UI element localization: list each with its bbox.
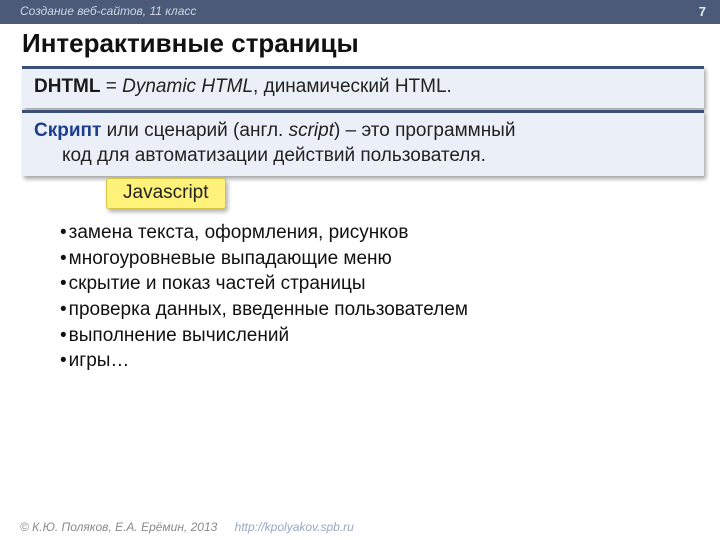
list-item: скрытие и показ частей страницы	[60, 271, 690, 297]
eng-script: script	[289, 120, 334, 141]
bullet-list: замена текста, оформления, рисунков мног…	[60, 220, 690, 374]
text: или сценарий (англ.	[101, 120, 288, 141]
footer-url: http://kpolyakov.spb.ru	[235, 520, 354, 534]
list-item: многоуровневые выпадающие меню	[60, 246, 690, 272]
footer: © К.Ю. Поляков, Е.А. Ерёмин, 2013 http:/…	[20, 520, 354, 534]
text: ) – это программный	[334, 120, 515, 141]
course-label: Создание веб-сайтов, 11 класс	[20, 4, 196, 18]
expansion-dhtml: Dynamic HTML	[122, 76, 253, 97]
text-line2: код для автоматизации действий пользоват…	[34, 144, 694, 169]
tag-javascript: Javascript	[106, 178, 226, 209]
list-item: проверка данных, введенные пользователем	[60, 297, 690, 323]
page-number: 7	[699, 4, 706, 19]
term-dhtml: DHTML	[34, 76, 100, 97]
text: , динамический HTML.	[253, 76, 452, 97]
header-bar: Создание веб-сайтов, 11 класс 7	[0, 0, 720, 24]
list-item: игры…	[60, 348, 690, 374]
list-item: замена текста, оформления, рисунков	[60, 220, 690, 246]
footer-credit: © К.Ю. Поляков, Е.А. Ерёмин, 2013	[20, 520, 217, 534]
text: =	[100, 76, 122, 97]
definition-card-script: Скрипт или сценарий (англ. script) – это…	[22, 110, 704, 176]
list-item: выполнение вычислений	[60, 323, 690, 349]
definition-card-dhtml: DHTML = Dynamic HTML, динамический HTML.	[22, 66, 704, 108]
term-script: Скрипт	[34, 120, 101, 141]
page-title: Интерактивные страницы	[22, 28, 359, 59]
